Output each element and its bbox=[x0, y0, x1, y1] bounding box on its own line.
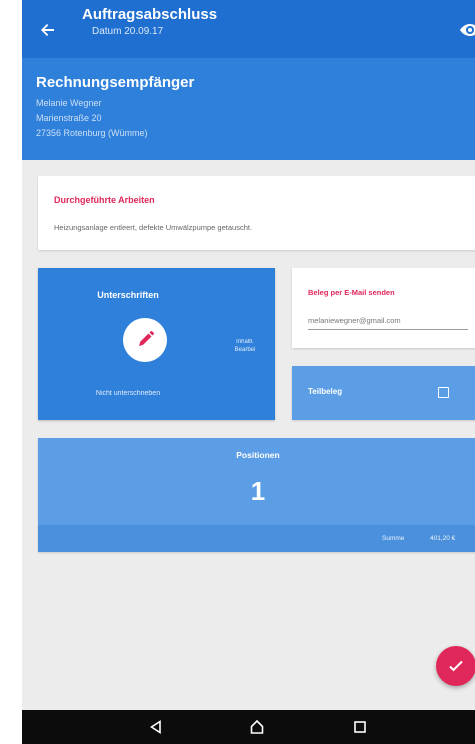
email-input[interactable] bbox=[308, 312, 468, 330]
partial-receipt-card[interactable]: Teilbeleg bbox=[292, 366, 475, 420]
recipient-street: Marienstraße 20 bbox=[36, 113, 102, 123]
positions-card[interactable]: Positionen 1 Summe 401,20 € bbox=[38, 438, 475, 552]
check-icon bbox=[449, 660, 463, 672]
eye-icon[interactable] bbox=[459, 20, 475, 40]
partial-receipt-label: Teilbeleg bbox=[308, 387, 343, 396]
email-card: Beleg per E-Mail senden bbox=[292, 268, 475, 348]
work-performed-card[interactable]: Durchgeführte Arbeiten Heizungsanlage en… bbox=[38, 176, 475, 250]
pen-icon bbox=[139, 331, 154, 346]
side-label-line-1: Inhaltl. bbox=[236, 339, 254, 345]
nav-home-icon[interactable] bbox=[249, 719, 265, 735]
side-label-line-2: Bearbei bbox=[234, 347, 256, 353]
signature-side-label: Inhaltl. Bearbei bbox=[232, 338, 258, 354]
positions-count: 1 bbox=[250, 476, 266, 506]
app-screen: Auftragsabschluss Datum 20.09.17 Rechnun… bbox=[22, 0, 475, 744]
nav-recents-icon[interactable] bbox=[352, 719, 368, 735]
page-subtitle: Datum 20.09.17 bbox=[92, 26, 164, 37]
recipient-title: Rechnungsempfänger bbox=[36, 74, 195, 91]
signatures-card[interactable]: Unterschriften Nicht unterschrieben Inha… bbox=[38, 268, 275, 420]
work-performed-text: Heizungsanlage entleert, defekte Umwälzp… bbox=[54, 223, 253, 232]
page-title: Auftragsabschluss bbox=[82, 6, 218, 23]
confirm-fab-button[interactable] bbox=[436, 646, 475, 686]
nav-back-icon[interactable] bbox=[148, 719, 164, 735]
sum-value: 401,20 € bbox=[430, 535, 456, 542]
email-title: Beleg per E-Mail senden bbox=[308, 288, 395, 297]
signatures-title: Unterschriften bbox=[97, 290, 159, 300]
system-nav-bar bbox=[22, 710, 475, 744]
positions-title: Positionen bbox=[236, 450, 280, 460]
sign-button[interactable] bbox=[123, 318, 167, 362]
back-arrow-icon[interactable] bbox=[38, 20, 58, 40]
partial-receipt-checkbox[interactable] bbox=[438, 387, 449, 398]
signature-status: Nicht unterschrieben bbox=[95, 390, 161, 397]
positions-footer: Summe 401,20 € bbox=[38, 525, 475, 552]
recipient-header: Rechnungsempfänger Melanie Wegner Marien… bbox=[22, 58, 475, 160]
recipient-city: 27356 Rotenburg (Wümme) bbox=[36, 128, 148, 138]
app-bar: Auftragsabschluss Datum 20.09.17 bbox=[22, 0, 475, 58]
work-performed-title: Durchgeführte Arbeiten bbox=[54, 195, 155, 205]
sum-label: Summe bbox=[382, 535, 405, 542]
recipient-name: Melanie Wegner bbox=[36, 98, 102, 108]
